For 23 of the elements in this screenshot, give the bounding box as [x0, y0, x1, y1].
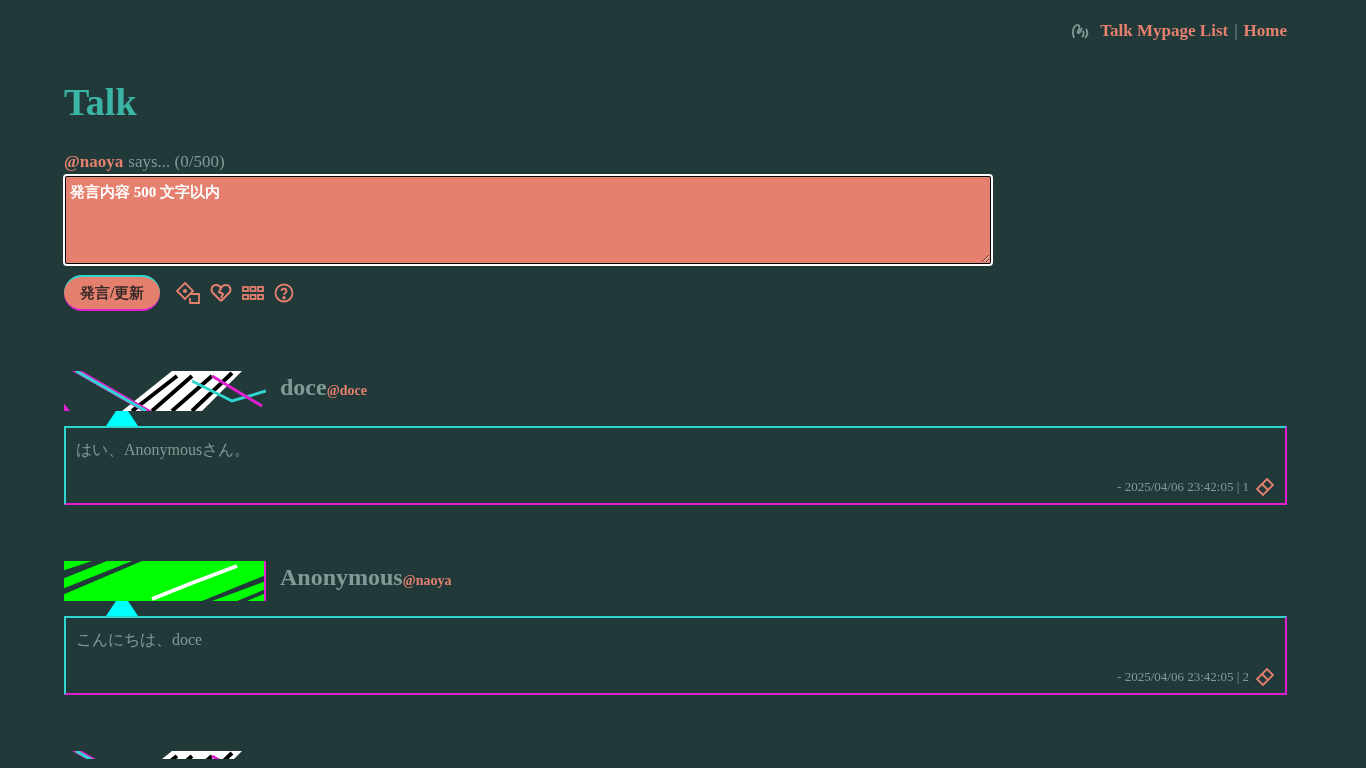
eraser-icon[interactable] [1255, 477, 1275, 497]
user-handle: @doce [326, 383, 367, 399]
grid-icon[interactable] [242, 286, 265, 300]
user-name: doce [280, 375, 327, 399]
broken-heart-icon[interactable] [210, 283, 233, 303]
message-text: はい、Anonymousさん。 [76, 440, 252, 461]
nav-link[interactable]: Home [1243, 21, 1287, 41]
hand-icon [1070, 22, 1091, 40]
user-handle: @naoya [402, 573, 452, 588]
page-title: Talk [64, 80, 137, 124]
message-text: こんにちは、doce [76, 630, 204, 650]
eraser-icon[interactable] [1255, 667, 1275, 687]
separator: | [1234, 21, 1238, 41]
char-count: says... (0/500) [128, 152, 225, 172]
help-icon[interactable] [274, 283, 295, 303]
message-field[interactable]: 発言内容 500 文字以内 [64, 175, 992, 265]
post-meta: - 2025/04/06 23:42:05 | 1 [1117, 479, 1249, 495]
submit-button[interactable]: 発言/更新 [64, 275, 161, 311]
dice-icon[interactable] [176, 282, 201, 304]
post-meta: - 2025/04/06 23:42:05 | 2 [1117, 669, 1249, 685]
username: @naoya [64, 152, 124, 172]
user-name: Anonymous [280, 565, 403, 589]
nav-link[interactable]: Talk Mypage List [1100, 21, 1229, 41]
